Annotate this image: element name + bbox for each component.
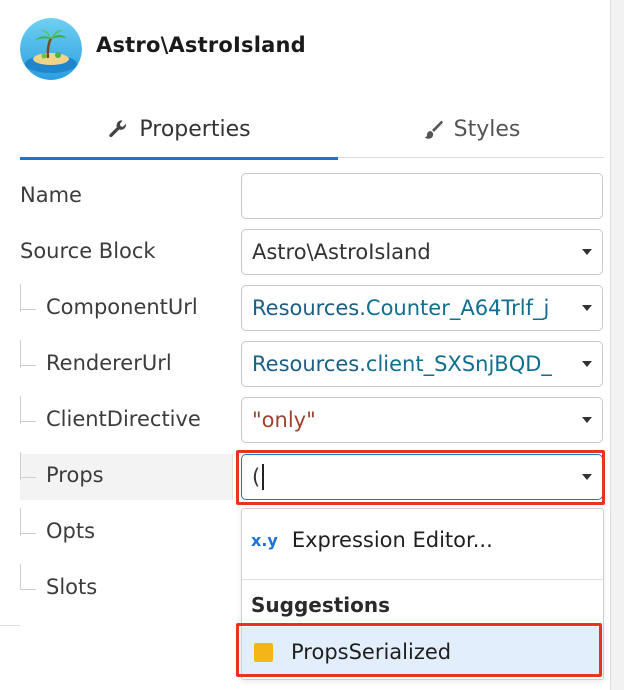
tree-line	[20, 452, 21, 480]
name-label: Name	[20, 183, 82, 207]
name-input[interactable]	[241, 173, 603, 219]
column-divider	[232, 454, 233, 500]
component-url-label: ComponentUrl	[46, 295, 198, 319]
tree-branch	[20, 533, 36, 534]
tab-styles-label: Styles	[453, 116, 521, 142]
slots-label: Slots	[46, 575, 98, 599]
client-directive-label: ClientDirective	[46, 407, 201, 431]
client-directive-value: "only"	[252, 408, 316, 432]
component-url-namespace: Resources.	[252, 296, 366, 320]
expression-icon: x.y	[251, 530, 278, 550]
tree-line	[20, 564, 21, 590]
component-url-value: Resources.Counter_A64Trlf_j	[252, 296, 549, 320]
tree-line	[20, 284, 21, 312]
props-input-highlight	[236, 450, 605, 505]
tree-branch	[20, 309, 36, 310]
source-block-select[interactable]: Astro\AstroIsland	[241, 229, 603, 275]
tab-properties-label: Properties	[139, 116, 251, 142]
tree-branch	[20, 477, 36, 478]
client-directive-select[interactable]: "only"	[241, 397, 603, 443]
opts-label: Opts	[46, 519, 96, 543]
tree-line	[20, 396, 21, 424]
popup-divider	[242, 579, 603, 580]
chevron-down-icon	[582, 305, 592, 311]
tab-properties[interactable]: Properties	[20, 100, 338, 160]
component-url-resource: Counter_A64Trlf_j	[365, 296, 550, 320]
properties-panel: Astro\AstroIsland Properties Styles Name	[0, 0, 610, 690]
brush-icon	[422, 118, 444, 140]
panel-tabs: Properties Styles	[20, 100, 604, 160]
source-block-label: Source Block	[20, 239, 156, 263]
renderer-url-value: Resources.client_SXSnjBQD_	[252, 352, 552, 376]
renderer-url-resource: client_SXSnjBQD_	[365, 352, 552, 376]
active-tab-indicator	[20, 157, 338, 160]
chevron-down-icon	[582, 417, 592, 423]
component-url-select[interactable]: Resources.Counter_A64Trlf_j	[241, 285, 603, 331]
island-avatar-icon	[20, 18, 82, 80]
props-label: Props	[46, 463, 104, 487]
expression-editor-label: Expression Editor...	[291, 528, 493, 552]
suggestions-header: Suggestions	[251, 593, 391, 617]
chevron-down-icon	[582, 249, 592, 255]
tree-line	[20, 340, 21, 368]
tree-line	[20, 508, 21, 536]
block-header: Astro\AstroIsland	[0, 0, 610, 96]
tab-styles[interactable]: Styles	[338, 100, 604, 158]
wrench-icon	[107, 118, 129, 140]
suggestion-highlight	[236, 623, 602, 677]
block-title: Astro\AstroIsland	[96, 33, 306, 57]
expression-editor-item[interactable]: x.y Expression Editor...	[242, 509, 603, 571]
tree-branch	[20, 421, 36, 422]
panel-edge-line	[0, 625, 20, 626]
source-block-value: Astro\AstroIsland	[252, 240, 431, 264]
tree-branch	[20, 365, 36, 366]
adjacent-panel	[611, 0, 624, 690]
renderer-url-namespace: Resources.	[252, 352, 366, 376]
renderer-url-select[interactable]: Resources.client_SXSnjBQD_	[241, 341, 603, 387]
renderer-url-label: RendererUrl	[46, 351, 172, 375]
tree-branch	[20, 589, 36, 590]
chevron-down-icon	[582, 361, 592, 367]
